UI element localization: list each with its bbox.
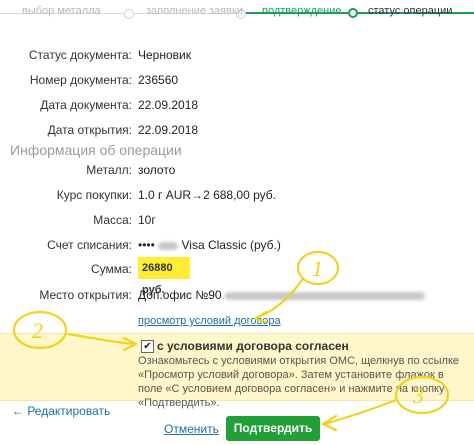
open-date-row: Дата открытия: 22.09.2018 bbox=[0, 120, 474, 140]
blurred-address bbox=[224, 291, 425, 300]
place-label: Место открытия: bbox=[39, 288, 132, 302]
annotation-arrowhead-3 bbox=[321, 414, 338, 432]
account-mask: •••• bbox=[138, 238, 159, 252]
agree-checkbox-label[interactable]: с условиями договора согласен bbox=[157, 339, 349, 353]
metal-label: Металл: bbox=[86, 163, 132, 177]
open-date-value: 22.09.2018 bbox=[138, 123, 199, 137]
metal-row: Металл: золото bbox=[0, 160, 474, 180]
account-label: Счет списания: bbox=[47, 238, 132, 252]
place-value: Доп.офис №90 bbox=[138, 288, 425, 302]
status-row: Статус документа: Черновик bbox=[0, 45, 474, 65]
blurred-account bbox=[158, 241, 179, 250]
agree-checkbox[interactable]: ✔ bbox=[141, 340, 154, 353]
rate-row: Курс покупки: 1.0 г AUR→2 688,00 руб. bbox=[0, 185, 474, 205]
date-row: Дата документа: 22.09.2018 bbox=[0, 95, 474, 115]
progress-steps: выбор металла заполнение заявки подтверж… bbox=[0, 0, 474, 28]
account-card: Visa Classic (руб.) bbox=[181, 238, 281, 252]
step-label-3: подтверждение bbox=[262, 5, 342, 17]
step-label-2: заполнение заявки bbox=[146, 5, 243, 17]
number-value: 236560 bbox=[138, 73, 179, 87]
sum-label: Сумма: bbox=[90, 262, 132, 276]
edit-link[interactable]: ← Редактировать bbox=[12, 404, 110, 418]
date-label: Дата документа: bbox=[40, 98, 132, 112]
mass-row: Масса: 10г bbox=[0, 210, 474, 230]
step-dot-1 bbox=[124, 9, 134, 19]
date-value: 22.09.2018 bbox=[138, 98, 199, 112]
step-label-4: статус операции bbox=[368, 5, 453, 17]
view-terms-link[interactable]: просмотр условий договора bbox=[138, 315, 281, 327]
account-row: Счет списания: •••• Visa Classic (руб.) bbox=[0, 235, 474, 255]
section-title: Информация об операции bbox=[10, 142, 182, 158]
mass-value: 10г bbox=[138, 213, 156, 227]
number-label: Номер документа: bbox=[29, 73, 132, 87]
rate-value: 1.0 г AUR→2 688,00 руб. bbox=[138, 188, 276, 202]
status-value: Черновик bbox=[138, 48, 191, 62]
sum-row: Сумма: bbox=[0, 259, 474, 279]
account-value: •••• Visa Classic (руб.) bbox=[138, 238, 281, 252]
number-row: Номер документа: 236560 bbox=[0, 70, 474, 90]
sum-value: 26880 руб. bbox=[138, 257, 190, 296]
step-dot-3 bbox=[348, 8, 358, 18]
mass-label: Масса: bbox=[93, 213, 132, 227]
rate-label: Курс покупки: bbox=[56, 188, 132, 202]
open-date-label: Дата открытия: bbox=[47, 123, 132, 137]
place-office: Доп.офис №90 bbox=[138, 288, 222, 302]
agreement-hint: Ознакомьтесь с условиями открытия ОМС, щ… bbox=[138, 355, 460, 409]
confirm-button[interactable]: Подтвердить bbox=[226, 416, 320, 441]
status-label: Статус документа: bbox=[28, 48, 132, 62]
step-label-1: выбор металла bbox=[22, 5, 101, 17]
cancel-link[interactable]: Отменить bbox=[164, 422, 219, 436]
metal-value: золото bbox=[138, 163, 176, 177]
place-row: Место открытия: Доп.офис №90 bbox=[0, 285, 474, 305]
